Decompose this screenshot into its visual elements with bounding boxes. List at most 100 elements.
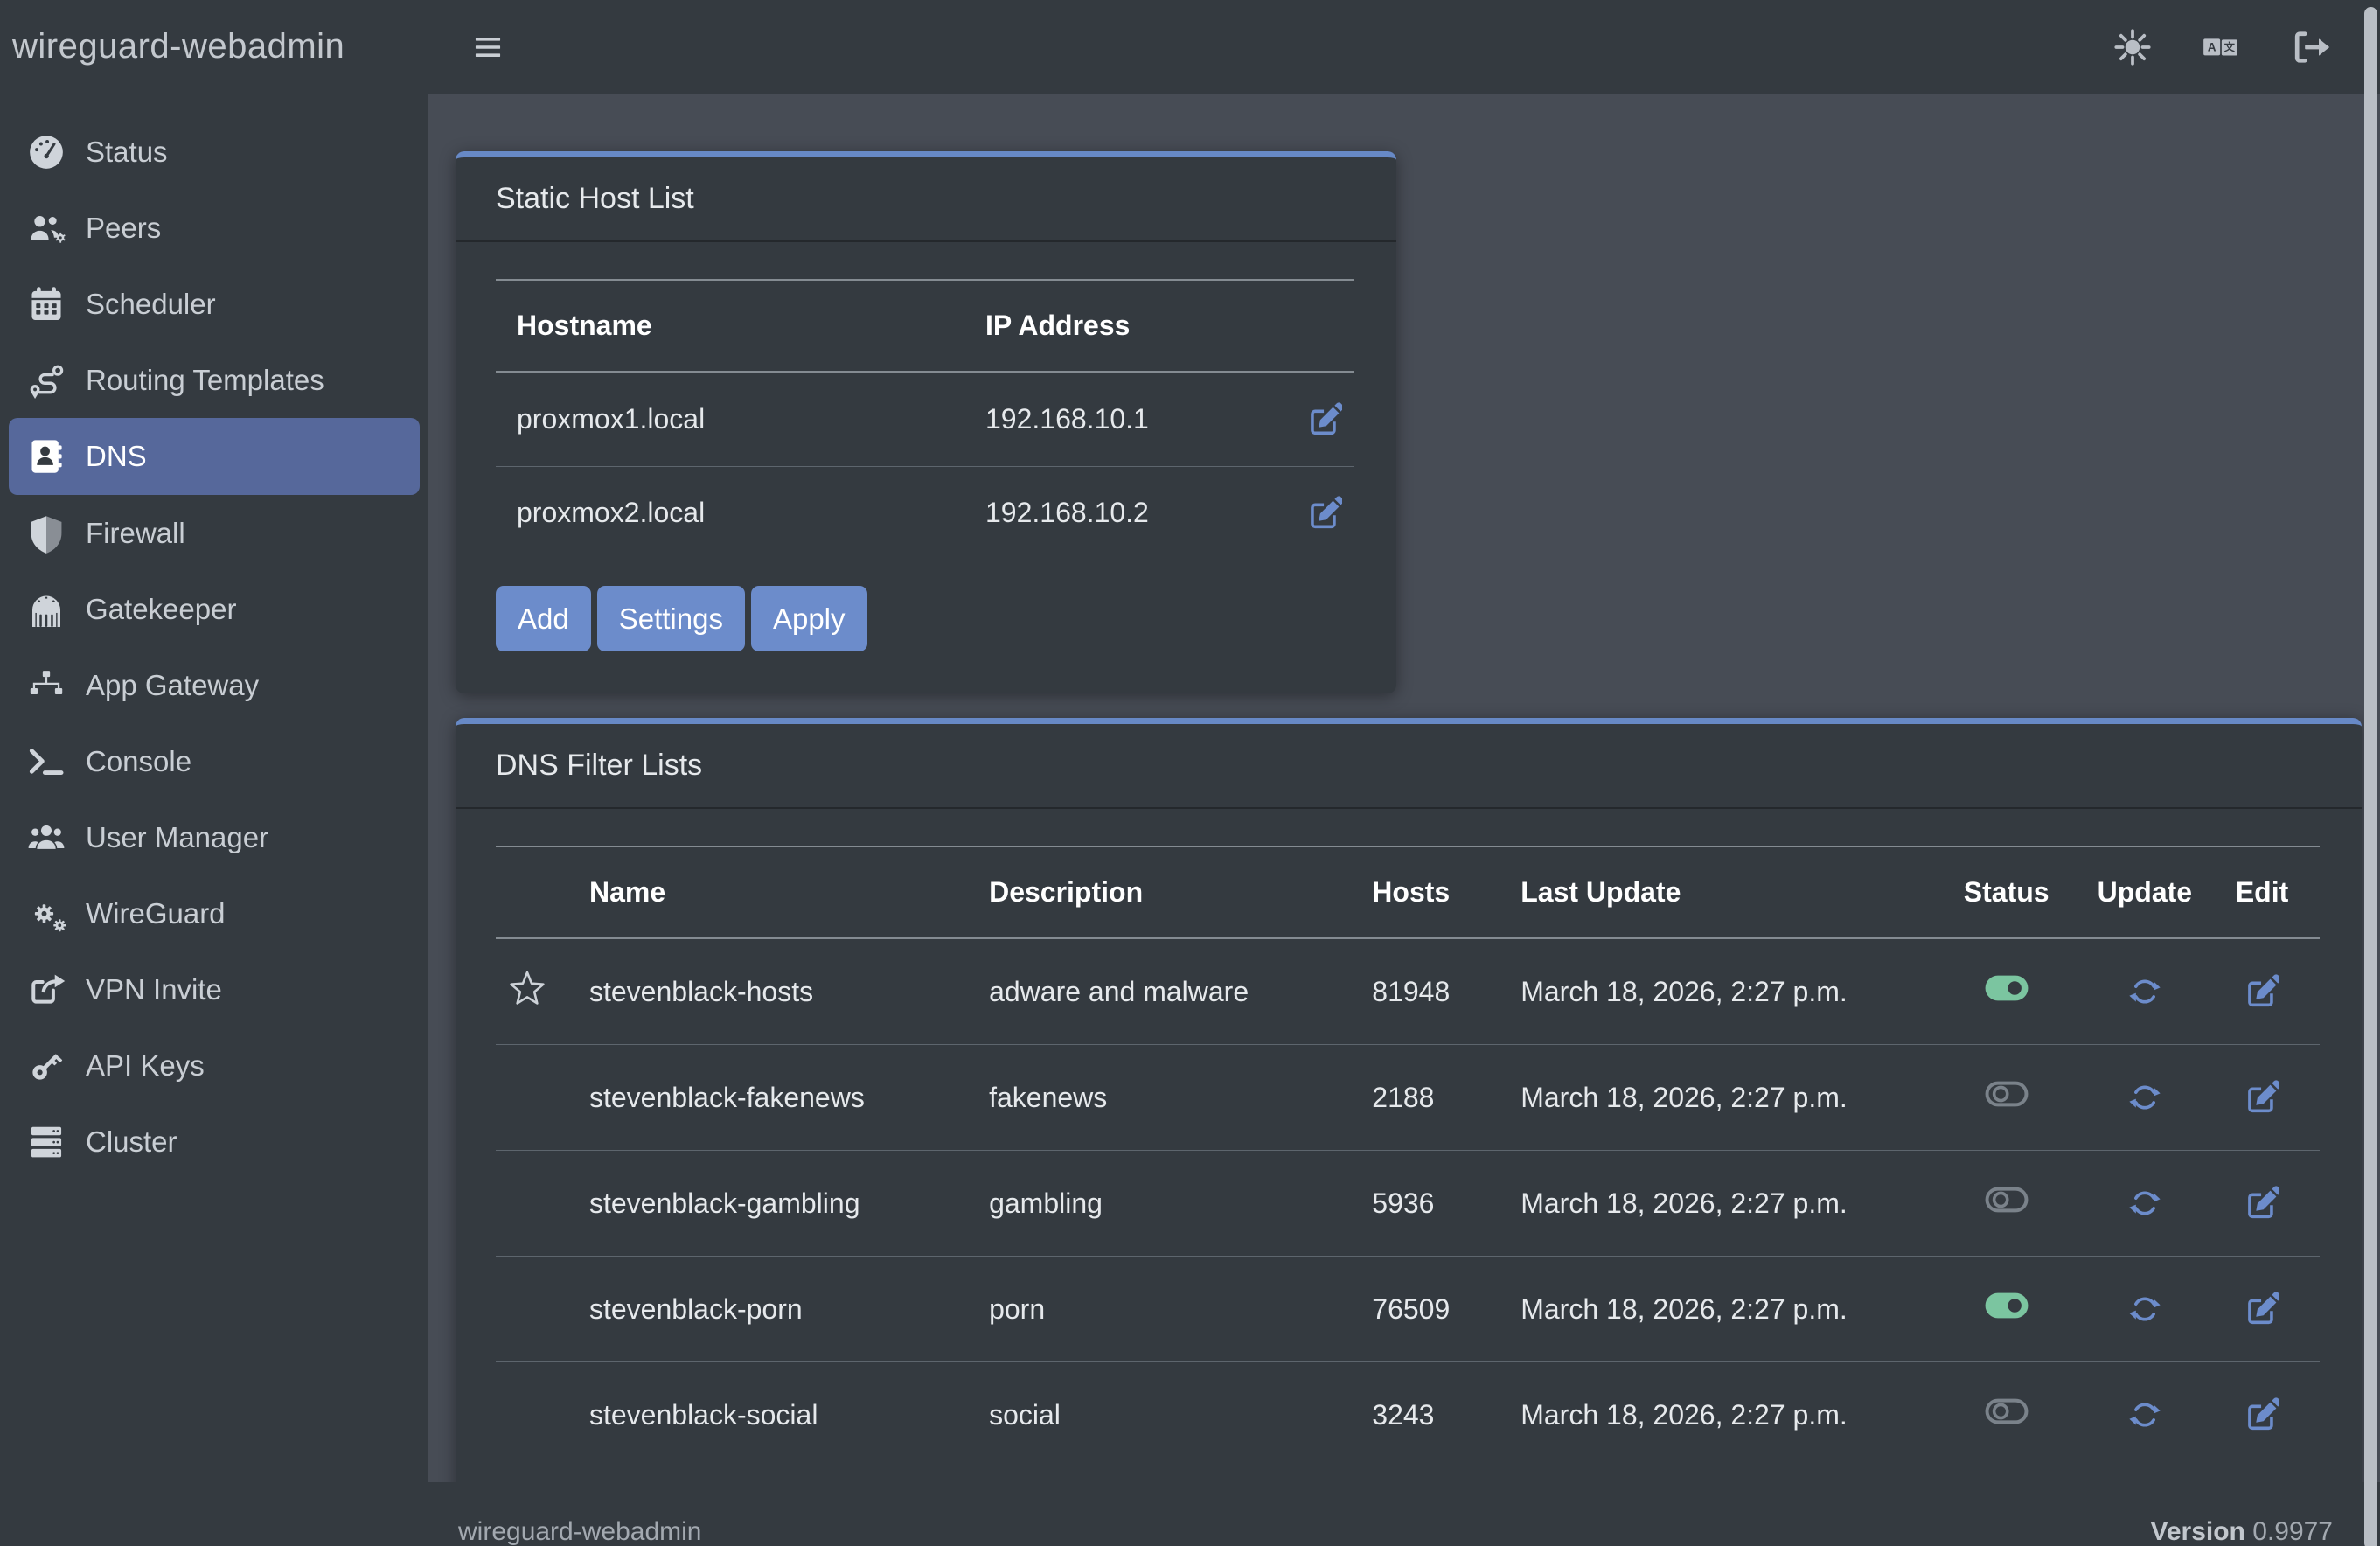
terminal-icon (26, 742, 66, 782)
sidebar-item-label: Firewall (86, 517, 185, 550)
gears-icon (26, 894, 66, 934)
sidebar-item-cluster[interactable]: Cluster (0, 1104, 428, 1180)
vertical-scrollbar-thumb[interactable] (2364, 7, 2377, 1546)
refresh-icon (2127, 1080, 2162, 1115)
edit-host-button[interactable] (1307, 496, 1342, 531)
users-gear-icon (26, 212, 66, 244)
sidebar-item-label: User Manager (86, 821, 268, 854)
sidebar-item-firewall[interactable]: Firewall (0, 495, 428, 571)
edit-list-button[interactable] (2244, 1080, 2279, 1115)
filter-description: porn (977, 1257, 1360, 1362)
edit-list-button[interactable] (2244, 1397, 2279, 1432)
sidebar-item-label: Cluster (86, 1125, 177, 1159)
sitemap-icon (26, 667, 66, 703)
status-toggle-on[interactable] (1982, 968, 2031, 1008)
add-host-button[interactable]: Add (496, 586, 591, 651)
filter-hosts-count: 2188 (1360, 1045, 1508, 1151)
svg-text:文: 文 (2224, 40, 2236, 53)
sidebar: wireguard-webadmin StatusPeersSchedulerR… (0, 0, 428, 1546)
host-edit-column-header (1284, 280, 1354, 372)
static-host-table: Hostname IP Address proxmox1.local 192.1… (496, 279, 1354, 560)
filter-hosts-count: 81948 (1360, 938, 1508, 1045)
filter-list-row: stevenblack-hosts adware and malware 819… (496, 938, 2320, 1045)
apply-button[interactable]: Apply (751, 586, 867, 651)
sidebar-item-gatekeeper[interactable]: Gatekeeper (0, 571, 428, 647)
sidebar-item-status[interactable]: Status (0, 114, 428, 190)
static-host-list-card: Static Host List Hostname IP Address pro… (456, 151, 1396, 693)
update-list-button[interactable] (2127, 974, 2162, 1009)
footer: wireguard-webadmin Version 0.9977 (428, 1482, 2380, 1546)
update-list-button[interactable] (2127, 1397, 2162, 1432)
edit-list-button[interactable] (2244, 1186, 2279, 1221)
toggle-off-icon (1982, 1180, 2031, 1220)
edit-list-button[interactable] (2244, 974, 2279, 1009)
sidebar-item-dns[interactable]: DNS (9, 418, 420, 495)
update-list-button[interactable] (2127, 1080, 2162, 1115)
update-column-header: Update (2085, 846, 2204, 938)
dns-settings-button[interactable]: Settings (597, 586, 745, 651)
sidebar-item-label: Scheduler (86, 288, 216, 321)
refresh-icon (2127, 1186, 2162, 1221)
footer-brand: wireguard-webadmin (458, 1517, 701, 1546)
favorite-star-button[interactable] (508, 969, 546, 1007)
toggle-off-icon (1982, 1074, 2031, 1114)
update-list-button[interactable] (2127, 1292, 2162, 1327)
filter-hosts-count: 5936 (1360, 1151, 1508, 1257)
edit-list-button[interactable] (2244, 1292, 2279, 1327)
filter-list-row: stevenblack-gambling gambling 5936 March… (496, 1151, 2320, 1257)
filter-last-update: March 18, 2026, 2:27 p.m. (1508, 1045, 1928, 1151)
status-toggle-off[interactable] (1982, 1180, 2031, 1220)
filter-name: stevenblack-hosts (577, 938, 977, 1045)
language-button[interactable]: A文 (2202, 27, 2242, 67)
topbar-actions: A文 (2112, 27, 2380, 67)
edit-icon (2244, 1080, 2279, 1115)
dns-filter-table: Name Description Hosts Last Update Statu… (496, 846, 2320, 1467)
dns-filter-lists-card: DNS Filter Lists Name Description Hosts … (456, 718, 2362, 1482)
update-list-button[interactable] (2127, 1186, 2162, 1221)
filter-description: gambling (977, 1151, 1360, 1257)
logout-button[interactable] (2291, 27, 2331, 67)
topbar: A文 (428, 0, 2380, 94)
sidebar-item-peers[interactable]: Peers (0, 190, 428, 266)
calendar-icon (26, 284, 66, 324)
status-toggle-off[interactable] (1982, 1391, 2031, 1431)
version-label: Version (2151, 1517, 2245, 1546)
filter-name: stevenblack-gambling (577, 1151, 977, 1257)
sidebar-item-routing-templates[interactable]: Routing Templates (0, 342, 428, 418)
sidebar-item-scheduler[interactable]: Scheduler (0, 266, 428, 342)
theme-toggle-button[interactable] (2112, 27, 2153, 67)
sidebar-item-label: Routing Templates (86, 364, 324, 397)
sidebar-item-label: WireGuard (86, 897, 226, 930)
host-hostname: proxmox2.local (496, 466, 973, 560)
sidebar-item-console[interactable]: Console (0, 723, 428, 799)
main-content: Static Host List Hostname IP Address pro… (428, 94, 2380, 1482)
host-ip: 192.168.10.2 (973, 466, 1284, 560)
sidebar-item-user-manager[interactable]: User Manager (0, 799, 428, 875)
menu-toggle-button[interactable] (470, 30, 505, 65)
edit-icon (1307, 402, 1342, 437)
filter-last-update: March 18, 2026, 2:27 p.m. (1508, 1362, 1928, 1468)
status-column-header: Status (1928, 846, 2085, 938)
sidebar-item-vpn-invite[interactable]: VPN Invite (0, 951, 428, 1027)
sign-out-icon (2291, 27, 2331, 67)
status-toggle-off[interactable] (1982, 1074, 2031, 1114)
version-text: Version 0.9977 (2151, 1517, 2334, 1546)
server-icon (26, 1122, 66, 1162)
sidebar-item-app-gateway[interactable]: App Gateway (0, 647, 428, 723)
address-book-icon (26, 436, 66, 477)
filter-description: adware and malware (977, 938, 1360, 1045)
toggle-off-icon (1982, 1391, 2031, 1431)
edit-host-button[interactable] (1307, 402, 1342, 437)
filter-description: fakenews (977, 1045, 1360, 1151)
edit-icon (2244, 1292, 2279, 1327)
language-icon: A文 (2202, 27, 2242, 67)
sun-icon (2112, 27, 2153, 67)
status-toggle-on[interactable] (1982, 1285, 2031, 1326)
filter-hosts-count: 3243 (1360, 1362, 1508, 1468)
name-column-header: Name (577, 846, 977, 938)
sidebar-item-wireguard[interactable]: WireGuard (0, 875, 428, 951)
sidebar-item-label: Status (86, 136, 168, 169)
sidebar-nav: Status Peers Scheduler Routing Templates DNS… (0, 94, 428, 1180)
sidebar-item-api-keys[interactable]: API Keys (0, 1027, 428, 1104)
archway-icon (26, 589, 66, 630)
